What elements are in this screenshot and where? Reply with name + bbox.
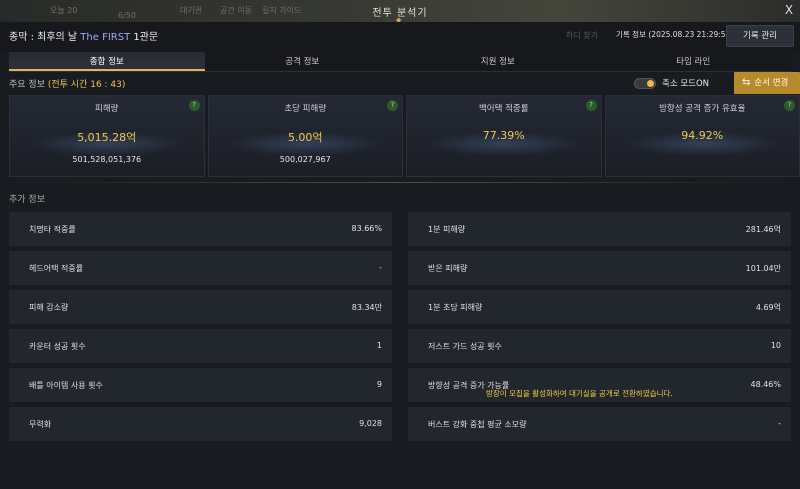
stat-card-directional: 방향성 공격 증가 유효율 ? 94.92%: [604, 95, 800, 177]
extra-row: 무력화 9,028: [9, 407, 392, 441]
extra-key: 헤드어택 적중률: [29, 264, 84, 273]
extra-row: 1분 피해량 281.46억: [408, 212, 791, 246]
window-titlebar: 전투 분석기 ◆: [0, 0, 800, 24]
extra-info-title: 추가 정보: [9, 195, 45, 205]
analyzer-panel: 종막 : 최후의 날 The FIRST 1관문 하디 찾기 기록 정보 (20…: [0, 22, 800, 489]
extra-key: 1분 피해량: [428, 225, 466, 234]
extra-key: 피해 감소량: [29, 303, 69, 312]
extra-row: 버스트 강화 중첩 평균 소모량 -: [408, 407, 791, 441]
record-info: 기록 정보 (2025.08.23 21:29:57): [616, 30, 734, 39]
extra-value: 83.34만: [351, 303, 382, 312]
main-info-heading: 주요 정보 (전투 시간 16 : 43): [9, 77, 125, 90]
extra-key: 버스트 강화 중첩 평균 소모량: [428, 420, 527, 429]
extra-key: 저스트 가드 성공 횟수: [428, 342, 502, 351]
record-title-prefix: 종막 : 최후의 날: [9, 32, 81, 43]
extra-value: 9,028: [359, 419, 382, 428]
extra-row: 피해 감소량 83.34만: [9, 290, 392, 324]
stat-card-back-attack: 백어택 적중률 ? 77.39%: [406, 95, 602, 177]
extra-value: 83.66%: [351, 224, 382, 233]
compact-mode-toggle-wrap: 축소 모드ON: [634, 77, 709, 89]
stat-card-subvalue: 501,528,051,376: [72, 155, 142, 164]
stat-cards: 피해량 ? 5,015.28억 501,528,051,376 초당 피해량 ?…: [9, 95, 800, 177]
record-title-highlight: The FIRST: [80, 32, 131, 43]
reorder-button-label: 순서 변경: [754, 78, 789, 88]
extra-value: -: [778, 419, 781, 428]
extra-value: -: [379, 263, 382, 272]
extra-key: 무력화: [29, 420, 52, 429]
extra-row: 받은 피해량 101.04만: [408, 251, 791, 285]
extra-key: 1분 초당 피해량: [428, 303, 483, 312]
extra-row: 1분 초당 피해량 4.69억: [408, 290, 791, 324]
system-notice: 방장이 모집을 활성화하여 대기실을 공개로 전환하였습니다.: [486, 389, 673, 398]
swap-arrows-icon: ⇆: [742, 77, 751, 88]
stat-card-value: 5.00억: [287, 131, 323, 144]
tab-support[interactable]: 지원 정보: [400, 52, 596, 71]
extra-row: 치명타 적중률 83.66%: [9, 212, 392, 246]
extra-value: 48.46%: [750, 380, 781, 389]
extra-key: 카운터 성공 횟수: [29, 342, 86, 351]
close-button[interactable]: X: [782, 3, 796, 17]
compact-mode-toggle[interactable]: [634, 77, 656, 89]
extra-value: 101.04만: [745, 264, 781, 273]
extra-row: 배틀 아이템 사용 횟수 9: [9, 368, 392, 402]
record-title-suffix: 1관문: [130, 32, 159, 43]
extra-value: 1: [376, 341, 382, 350]
extra-value: 9: [376, 380, 382, 389]
main-info-label: 주요 정보: [9, 80, 45, 90]
tab-timeline[interactable]: 타임 라인: [595, 52, 791, 71]
record-header: 종막 : 최후의 날 The FIRST 1관문 하디 찾기 기록 정보 (20…: [0, 22, 800, 52]
extra-row: 저스트 가드 성공 횟수 10: [408, 329, 791, 363]
stat-card-label: 백어택 적중률: [478, 104, 529, 114]
help-icon[interactable]: ?: [585, 100, 597, 111]
battle-time: (전투 시간 16 : 43): [47, 80, 126, 90]
help-icon[interactable]: ?: [784, 100, 795, 111]
extra-key: 받은 피해량: [428, 264, 468, 273]
extra-row: 카운터 성공 횟수 1: [9, 329, 392, 363]
extra-row: 헤드어택 적중률 -: [9, 251, 392, 285]
stat-card-value: 94.92%: [681, 129, 724, 142]
extra-value: 4.69억: [755, 303, 781, 312]
extra-key: 배틀 아이템 사용 횟수: [29, 381, 103, 390]
stat-card-value: 5,015.28억: [77, 131, 137, 144]
stat-card-damage: 피해량 ? 5,015.28억 501,528,051,376: [9, 95, 205, 177]
stat-card-label: 방향성 공격 증가 유효율: [659, 104, 746, 114]
reorder-button[interactable]: ⇆ 순서 변경: [734, 72, 800, 94]
stat-card-dps: 초당 피해량 ? 5.00억 500,027,967: [207, 95, 403, 177]
compact-mode-label: 축소 모드ON: [662, 79, 710, 89]
extra-value: 281.46억: [745, 225, 781, 234]
help-icon[interactable]: ?: [188, 100, 200, 111]
extra-key: 치명타 적중률: [29, 225, 76, 234]
help-icon[interactable]: ?: [387, 100, 398, 111]
stat-card-subvalue: 500,027,967: [279, 155, 331, 164]
record-title: 종막 : 최후의 날 The FIRST 1관문: [9, 28, 158, 43]
tab-summary[interactable]: 종합 정보: [9, 52, 205, 71]
tab-bar: 종합 정보 공격 정보 지원 정보 타임 라인: [9, 52, 791, 72]
stat-card-value: 77.39%: [482, 129, 525, 142]
extra-info-grid: 치명타 적중률 83.66% 1분 피해량 281.46억 헤드어택 적중률 - 받은…: [9, 212, 791, 441]
record-manage-button[interactable]: 기록 관리: [726, 25, 794, 47]
tab-attack[interactable]: 공격 정보: [204, 52, 400, 71]
extra-value: 10: [770, 341, 781, 350]
toggle-knob: [647, 79, 654, 87]
section-divider: [9, 182, 791, 183]
faded-background-text: 하디 찾기: [566, 31, 598, 40]
stat-card-label: 피해량: [95, 104, 119, 114]
stat-card-label: 초당 피해량: [284, 104, 327, 114]
